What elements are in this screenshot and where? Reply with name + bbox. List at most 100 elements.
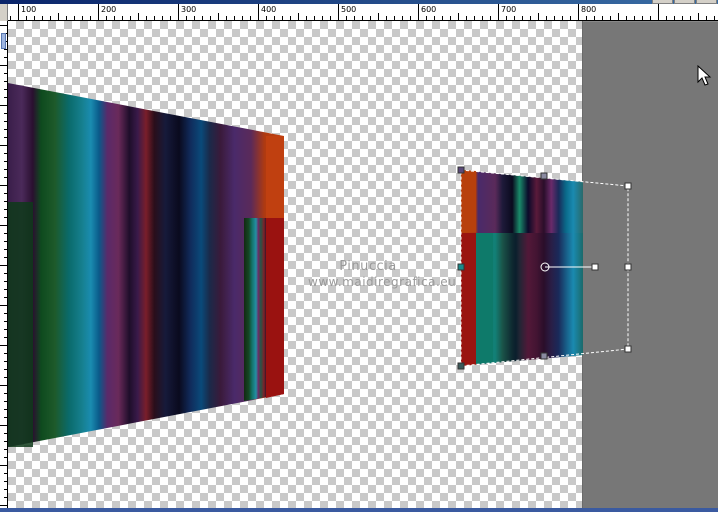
- ruler-label-500: 500: [341, 5, 357, 14]
- ruler-tick: [34, 16, 35, 20]
- ruler-tick: [0, 145, 7, 146]
- ruler-tick: [4, 201, 7, 202]
- vertical-ruler: [0, 21, 8, 512]
- ruler-tick: [642, 16, 643, 20]
- ruler-tick: [258, 4, 259, 20]
- transform-handle-mid-right[interactable]: [624, 263, 632, 271]
- ruler-tick: [226, 16, 227, 20]
- ruler-tick: [538, 13, 539, 20]
- ruler-tick: [4, 161, 7, 162]
- ruler-tick: [562, 16, 563, 20]
- ruler-tick: [666, 16, 667, 20]
- ruler-tick: [498, 4, 499, 20]
- transform-handle-mid-left[interactable]: [457, 263, 465, 271]
- ruler-tick: [4, 257, 7, 258]
- ruler-tick: [290, 16, 291, 20]
- ruler-tick: [554, 16, 555, 20]
- image-canvas[interactable]: Pinuccia www.maidiregrafica.eu: [8, 21, 718, 512]
- ruler-tick: [314, 16, 315, 20]
- ruler-tick: [242, 16, 243, 20]
- ruler-tick: [298, 13, 299, 20]
- ruler-tick: [626, 16, 627, 20]
- ruler-tick: [82, 16, 83, 20]
- ruler-tick: [202, 16, 203, 20]
- ruler-tick: [138, 13, 139, 20]
- transform-handle-top-left[interactable]: [457, 166, 465, 174]
- ruler-tick: [170, 16, 171, 20]
- ruler-tick: [10, 16, 11, 20]
- ruler-tick: [458, 13, 459, 20]
- ruler-tick: [234, 16, 235, 20]
- ruler-tick: [146, 16, 147, 20]
- ruler-tick: [250, 16, 251, 20]
- ruler-tick: [122, 16, 123, 20]
- ruler-tick: [4, 369, 7, 370]
- ruler-tick: [362, 16, 363, 20]
- ruler-label-400: 400: [261, 5, 277, 14]
- ruler-tick: [4, 417, 7, 418]
- ruler-tick: [4, 441, 7, 442]
- ruler-tick: [4, 137, 7, 138]
- ruler-tick: [4, 297, 7, 298]
- ruler-tick: [4, 393, 7, 394]
- ruler-tick: [58, 13, 59, 20]
- ruler-tick: [354, 16, 355, 20]
- ruler-tick: [338, 4, 339, 20]
- ruler-tick: [4, 177, 7, 178]
- ruler-tick: [282, 16, 283, 20]
- watermark-name: Pinuccia: [339, 259, 397, 274]
- ruler-tick: [506, 16, 507, 20]
- ruler-tick: [0, 425, 7, 426]
- ruler-tick: [4, 449, 7, 450]
- ruler-tick: [658, 4, 659, 20]
- transform-handle-bottom-right[interactable]: [624, 345, 632, 353]
- ruler-tick: [4, 353, 7, 354]
- ruler-tick: [378, 13, 379, 20]
- ruler-tick: [426, 16, 427, 20]
- ruler-tick: [0, 105, 7, 106]
- ruler-tick: [4, 409, 7, 410]
- ruler-tick: [4, 169, 7, 170]
- ruler-tick: [386, 16, 387, 20]
- ruler-tick: [4, 209, 7, 210]
- horizontal-ruler: 100 200 300 400 500 600 700 800: [8, 4, 718, 21]
- ruler-tick: [194, 16, 195, 20]
- right-striped-layer[interactable]: [461, 170, 583, 366]
- ruler-tick: [4, 329, 7, 330]
- transform-handle-bottom-left[interactable]: [457, 362, 465, 370]
- ruler-tick: [346, 16, 347, 20]
- ruler-tick: [0, 305, 7, 306]
- ruler-tick: [394, 16, 395, 20]
- ruler-tick: [162, 16, 163, 20]
- ruler-tick: [4, 121, 7, 122]
- ruler-label-600: 600: [421, 5, 437, 14]
- ruler-tick: [66, 16, 67, 20]
- ruler-tick: [26, 16, 27, 20]
- ruler-tick: [322, 16, 323, 20]
- ruler-tick: [0, 345, 7, 346]
- ruler-tick: [690, 16, 691, 20]
- transform-handle-top-mid[interactable]: [540, 172, 548, 180]
- ruler-tick: [114, 16, 115, 20]
- ruler-tick: [682, 16, 683, 20]
- ruler-tick: [618, 13, 619, 20]
- transform-handle-bottom-mid[interactable]: [540, 352, 548, 360]
- ruler-label-200: 200: [101, 5, 117, 14]
- ruler-tick: [4, 273, 7, 274]
- ruler-tick: [154, 16, 155, 20]
- ruler-tick: [306, 16, 307, 20]
- ruler-tick: [274, 16, 275, 20]
- ruler-tick: [4, 129, 7, 130]
- ruler-tick: [570, 16, 571, 20]
- ruler-corner: [0, 4, 8, 21]
- arrow-cursor-icon: [697, 65, 712, 86]
- ruler-tick: [650, 16, 651, 20]
- watermark-url: www.maidiregrafica.eu: [308, 275, 457, 289]
- transform-handle-top-right[interactable]: [624, 182, 632, 190]
- ruler-tick: [586, 16, 587, 20]
- ruler-tick: [90, 16, 91, 20]
- ruler-tick: [674, 16, 675, 20]
- ruler-tick: [698, 13, 699, 20]
- ruler-tick: [442, 16, 443, 20]
- ruler-tick: [0, 225, 7, 226]
